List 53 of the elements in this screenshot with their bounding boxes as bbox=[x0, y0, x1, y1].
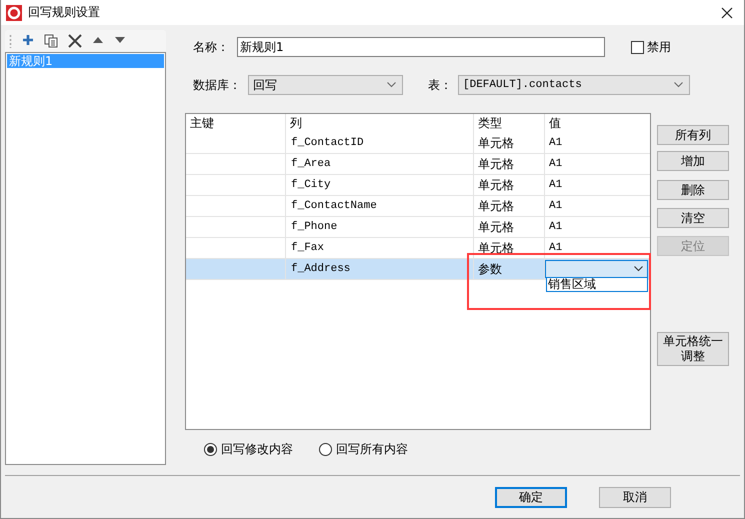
table-cell-text: A1 bbox=[548, 178, 564, 193]
grip-icon bbox=[9, 34, 12, 48]
column-header: 类型 bbox=[474, 114, 545, 133]
database-label: 数据库： bbox=[193, 76, 241, 94]
dialog-button[interactable]: 确定 bbox=[495, 487, 567, 508]
database-dropdown[interactable]: 回写 bbox=[248, 75, 403, 95]
side-button[interactable]: 所有列 bbox=[657, 125, 729, 145]
side-button[interactable]: 清空 bbox=[657, 208, 729, 228]
close-icon[interactable] bbox=[721, 6, 733, 18]
column-header: 值 bbox=[548, 115, 562, 132]
table-dropdown[interactable]: [DEFAULT].contacts bbox=[458, 75, 690, 95]
app-icon bbox=[6, 4, 22, 20]
radio-button[interactable] bbox=[204, 443, 217, 456]
radio-label: 回写修改内容 bbox=[221, 441, 293, 458]
column-header: 列 bbox=[286, 114, 474, 133]
table-cell-text: A1 bbox=[548, 199, 564, 214]
table-cell: 单元格 bbox=[474, 175, 545, 195]
table-cell: f_Address bbox=[286, 259, 474, 279]
table-cell-text: A1 bbox=[548, 157, 564, 172]
dropdown-option[interactable]: 销售区域 bbox=[546, 278, 648, 292]
name-field[interactable]: 新规则1 bbox=[237, 37, 605, 57]
table-cell: f_Fax bbox=[286, 238, 474, 258]
radio-button[interactable] bbox=[319, 443, 332, 456]
copy-icon[interactable] bbox=[44, 34, 58, 48]
table-cell: f_ContactName bbox=[286, 196, 474, 216]
table-cell: 单元格 bbox=[474, 217, 545, 237]
column-header: 主键 bbox=[186, 114, 286, 133]
side-button[interactable]: 增加 bbox=[657, 151, 729, 171]
table-cell: f_Area bbox=[286, 154, 474, 174]
table-cell: 单元格 bbox=[474, 196, 545, 216]
table-cell-text: A1 bbox=[548, 220, 564, 235]
table-cell-text: A1 bbox=[548, 241, 564, 256]
plus-icon[interactable] bbox=[22, 34, 34, 48]
side-button[interactable]: 删除 bbox=[657, 180, 729, 200]
radio-label: 回写所有内容 bbox=[336, 441, 408, 458]
chevron-icon bbox=[674, 82, 683, 88]
chevron-icon bbox=[387, 82, 396, 88]
cell-adjust-button[interactable]: 单元格统一调整 bbox=[657, 332, 729, 366]
name-label: 名称： bbox=[193, 38, 229, 56]
table-label: 表： bbox=[428, 76, 452, 94]
chevron-icon bbox=[634, 266, 643, 272]
table-cell: f_ContactID bbox=[286, 133, 474, 153]
table-cell-text: A1 bbox=[548, 136, 564, 151]
value-dropdown[interactable] bbox=[545, 260, 648, 278]
table-cell: 单元格 bbox=[474, 133, 545, 153]
delete-icon[interactable] bbox=[68, 34, 82, 48]
disable-label: 禁用 bbox=[647, 38, 671, 56]
window-title: 回写规则设置 bbox=[28, 4, 100, 21]
disable-checkbox[interactable] bbox=[631, 40, 644, 54]
table-cell: f_City bbox=[286, 175, 474, 195]
dialog-button[interactable]: 取消 bbox=[599, 487, 671, 508]
table-cell: 单元格 bbox=[474, 154, 545, 174]
table-cell: f_Phone bbox=[286, 217, 474, 237]
